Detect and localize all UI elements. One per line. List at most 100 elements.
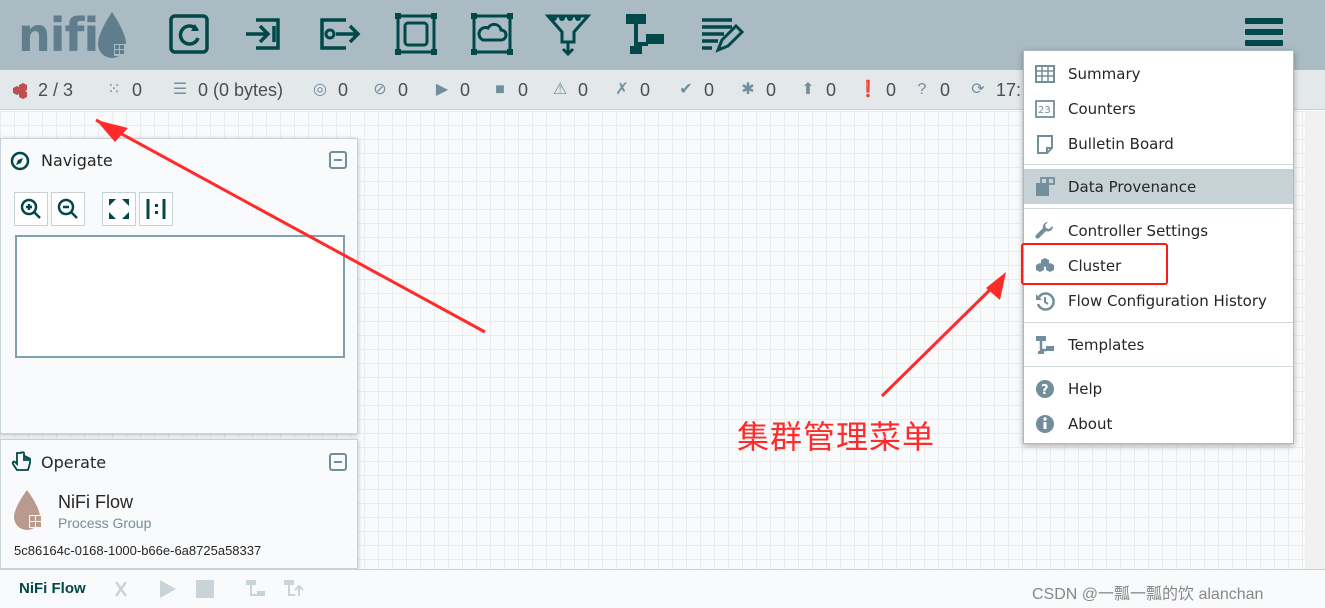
processor-icon[interactable]	[165, 10, 213, 58]
play-icon: ▶	[435, 81, 449, 98]
list-icon: ☰	[172, 81, 188, 98]
menu-item-data-provenance[interactable]: Data Provenance	[1024, 169, 1293, 204]
svg-text:?: ?	[1041, 383, 1049, 398]
output-port-icon[interactable]	[316, 10, 364, 58]
transmitting-status: ⁙ 0	[104, 79, 142, 101]
menu-separator	[1024, 366, 1293, 367]
locally-modified-stale-status: ❗ 0	[858, 79, 897, 100]
warning-icon: ⚠	[552, 81, 568, 98]
hand-pointer-icon	[11, 451, 31, 471]
menu-item-about[interactable]: About	[1024, 406, 1293, 441]
vertical-scrollbar[interactable]	[1305, 111, 1325, 569]
zoom-in-button[interactable]	[14, 192, 48, 226]
grid-dots-icon: ⁙	[107, 81, 121, 98]
stop-icon[interactable]	[194, 578, 216, 600]
operate-title: Operate	[41, 453, 107, 472]
svg-text:23: 23	[1038, 105, 1051, 116]
nifi-drop-icon	[14, 490, 42, 530]
input-port-icon[interactable]	[240, 10, 288, 58]
hamburger-bar	[1245, 29, 1283, 35]
menu-item-help[interactable]: ? Help	[1024, 371, 1293, 406]
disabled-icon: ✗	[615, 81, 629, 98]
compass-icon	[10, 151, 30, 171]
operate-collapse-button[interactable]	[329, 453, 347, 471]
stale-status: ⬆ 0	[798, 79, 836, 101]
stopped-status: ■ 0	[490, 79, 528, 101]
hamburger-bar	[1245, 40, 1283, 46]
selection-id: 5c86164c-0168-1000-b66e-6a8725a58337	[14, 543, 262, 558]
drop-icon	[98, 12, 126, 58]
wrench-icon	[1034, 220, 1056, 242]
start-icon[interactable]	[156, 578, 178, 600]
history-icon	[1034, 290, 1056, 312]
not-transmitting-status: ⊘ 0	[370, 79, 408, 101]
menu-item-bulletin-board[interactable]: Bulletin Board	[1024, 126, 1293, 161]
menu-item-flow-configuration-history[interactable]: Flow Configuration History	[1024, 283, 1293, 318]
hamburger-bar	[1245, 18, 1283, 24]
help-icon: ?	[1034, 378, 1056, 400]
breadcrumb-root[interactable]: NiFi Flow	[19, 580, 86, 597]
label-icon[interactable]	[696, 10, 745, 58]
templates-icon	[1034, 334, 1056, 356]
nifi-logo: nifi	[14, 6, 134, 64]
question-icon: ?	[917, 81, 927, 98]
menu-item-counters[interactable]: 23 Counters	[1024, 91, 1293, 126]
zoom-out-icon	[57, 198, 78, 219]
navigate-collapse-button[interactable]	[329, 151, 347, 169]
actual-size-button[interactable]	[139, 192, 173, 226]
logo-text: nifi	[18, 8, 99, 62]
global-menu-button[interactable]	[1245, 18, 1283, 52]
bulletin-icon	[1034, 133, 1056, 155]
csdn-watermark: CSDN @一瓢一瓢的饮 alanchan	[1032, 586, 1264, 603]
navigate-panel: Navigate	[0, 138, 358, 434]
create-template-icon[interactable]	[244, 578, 266, 600]
transmitting-rpg-status: ◎ 0	[310, 79, 348, 101]
navigate-title: Navigate	[41, 151, 113, 170]
arrow-up-circle-icon: ⬆	[801, 81, 815, 98]
table-icon	[1034, 63, 1056, 85]
cluster-icon	[13, 83, 27, 99]
fit-icon	[109, 199, 129, 219]
funnel-icon[interactable]	[544, 10, 592, 58]
invalid-status: ⚠ 0	[550, 79, 588, 101]
remote-process-group-icon[interactable]	[468, 10, 516, 58]
upload-template-icon[interactable]	[282, 578, 304, 600]
fit-button[interactable]	[102, 192, 136, 226]
stop-icon: ■	[495, 81, 505, 98]
operate-panel: Operate NiFi Flow Process Group 5c86164c…	[0, 439, 358, 569]
check-icon: ✔	[679, 81, 693, 98]
last-refresh-status: ⟳ 17:	[968, 79, 1021, 101]
asterisk-icon: ✱	[741, 81, 755, 98]
queued-status: ☰ 0 (0 bytes)	[170, 79, 283, 101]
menu-separator	[1024, 322, 1293, 323]
provenance-icon	[1034, 176, 1056, 198]
running-status: ▶ 0	[432, 79, 470, 101]
disable-icon[interactable]	[110, 578, 132, 600]
zoom-out-button[interactable]	[51, 192, 85, 226]
menu-item-templates[interactable]: Templates	[1024, 327, 1293, 362]
process-group-icon[interactable]	[392, 10, 440, 58]
cluster-status: 2 / 3	[10, 79, 73, 101]
annotation-text: 集群管理菜单	[737, 418, 936, 456]
refresh-icon[interactable]: ⟳	[968, 80, 988, 100]
locally-modified-status: ✱ 0	[738, 79, 776, 101]
exclamation-circle-icon: ❗	[858, 81, 878, 98]
menu-item-summary[interactable]: Summary	[1024, 56, 1293, 91]
breadcrumb-bar: NiFi Flow CSDN @一瓢一瓢的饮 alanchan	[0, 569, 1325, 608]
selection-type: Process Group	[58, 515, 152, 531]
selection-name: NiFi Flow	[58, 492, 133, 512]
menu-separator	[1024, 164, 1293, 165]
cluster-count: 2 / 3	[38, 79, 74, 100]
sync-failure-status: ? 0	[912, 79, 950, 101]
menu-separator	[1024, 208, 1293, 209]
bullseye-icon: ◎	[313, 81, 327, 98]
birdseye-view[interactable]	[15, 235, 345, 358]
cluster-highlight-box	[1021, 243, 1168, 285]
disabled-status: ✗ 0	[612, 79, 650, 101]
not-transmitting-icon: ⊘	[373, 81, 387, 98]
up-to-date-status: ✔ 0	[676, 79, 714, 101]
info-icon	[1034, 413, 1056, 435]
actual-size-icon	[146, 199, 166, 219]
template-icon[interactable]	[620, 10, 668, 58]
counters-icon: 23	[1034, 98, 1056, 120]
